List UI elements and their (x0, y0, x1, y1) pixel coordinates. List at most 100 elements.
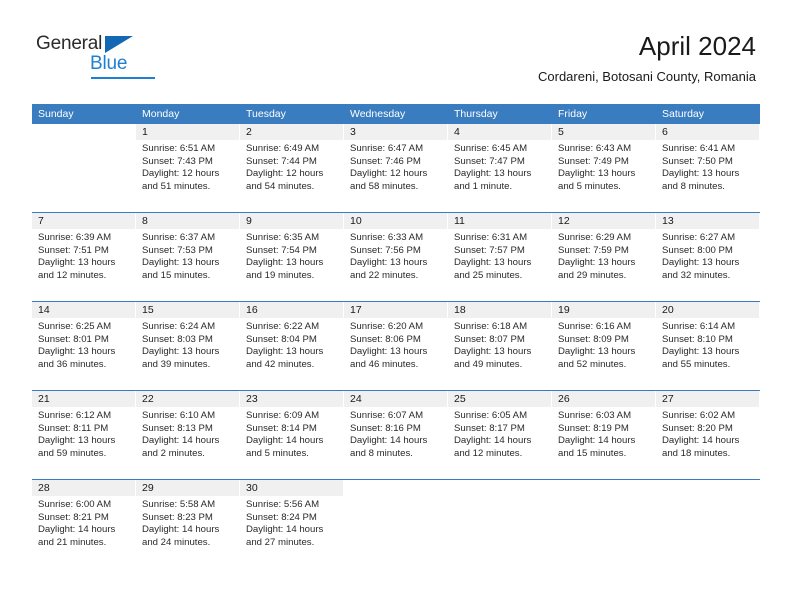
calendar-day-cell-empty (552, 480, 656, 568)
calendar-day-cell[interactable]: 20 Sunrise: 6:14 AM Sunset: 8:10 PM Dayligh… (656, 302, 760, 390)
day-number: 23 (240, 391, 343, 407)
day-sunrise-text: Sunrise: 6:43 AM (558, 143, 632, 154)
calendar-day-cell[interactable]: 30 Sunrise: 5:56 AM Sunset: 8:24 PM Dayligh… (240, 480, 344, 568)
page-header: General Blue April 2024 Cordareni, Botos… (0, 0, 792, 100)
day-daylight-line1-text: Daylight: 13 hours (142, 346, 220, 358)
calendar-day-cell[interactable]: 6 Sunrise: 6:41 AM Sunset: 7:50 PM Daylight… (656, 124, 760, 212)
day-sunset-text: Sunset: 7:56 PM (350, 244, 421, 256)
day-sunset-text: Sunset: 8:14 PM (246, 422, 317, 434)
calendar-day-cell[interactable]: 27 Sunrise: 6:02 AM Sunset: 8:20 PM Dayligh… (656, 391, 760, 479)
day-sun-info (552, 496, 655, 499)
day-sunset-text: Sunset: 8:13 PM (142, 422, 213, 434)
calendar-day-cell[interactable]: 9 Sunrise: 6:35 AM Sunset: 7:54 PM Daylight… (240, 213, 344, 301)
day-sunset-text: Sunset: 7:51 PM (38, 244, 109, 256)
day-sunset-text: Sunset: 7:46 PM (350, 155, 421, 167)
day-number: 9 (240, 213, 343, 229)
day-sun-info: Sunrise: 6:03 AM Sunset: 8:19 PM Daylight:… (552, 407, 655, 460)
page-subtitle: Cordareni, Botosani County, Romania (538, 69, 756, 84)
day-sunset-text: Sunset: 8:21 PM (38, 511, 109, 523)
day-sunrise-text: Sunrise: 6:00 AM (38, 499, 112, 510)
day-sunrise-text: Sunrise: 6:24 AM (142, 321, 216, 332)
day-sun-info: Sunrise: 6:31 AM Sunset: 7:57 PM Daylight:… (448, 229, 551, 282)
day-sunrise-text: Sunrise: 6:02 AM (662, 410, 736, 421)
calendar-day-cell-empty (32, 124, 136, 212)
calendar-day-cell[interactable]: 24 Sunrise: 6:07 AM Sunset: 8:16 PM Dayligh… (344, 391, 448, 479)
day-daylight-line1-text: Daylight: 14 hours (246, 524, 324, 536)
day-sunrise-text: Sunrise: 6:05 AM (454, 410, 528, 421)
calendar-day-cell[interactable]: 7 Sunrise: 6:39 AM Sunset: 7:51 PM Daylight… (32, 213, 136, 301)
day-sunrise-text: Sunrise: 6:20 AM (350, 321, 424, 332)
calendar-day-cell[interactable]: 4 Sunrise: 6:45 AM Sunset: 7:47 PM Daylight… (448, 124, 552, 212)
weekday-header-cell: Thursday (454, 108, 498, 120)
calendar-day-cell[interactable]: 14 Sunrise: 6:25 AM Sunset: 8:01 PM Dayligh… (32, 302, 136, 390)
calendar-page: General Blue April 2024 Cordareni, Botos… (0, 0, 792, 612)
weekday-header-row: Sunday Monday Tuesday Wednesday Thursday Frid… (32, 104, 760, 124)
day-sunrise-text: Sunrise: 6:07 AM (350, 410, 424, 421)
day-sun-info: Sunrise: 6:47 AM Sunset: 7:46 PM Daylight:… (344, 140, 447, 193)
day-number: 3 (344, 124, 447, 140)
day-sunset-text: Sunset: 8:00 PM (662, 244, 733, 256)
day-number: 28 (32, 480, 135, 496)
calendar-day-cell[interactable]: 1 Sunrise: 6:51 AM Sunset: 7:43 PM Daylight… (136, 124, 240, 212)
day-sun-info: Sunrise: 5:56 AM Sunset: 8:24 PM Daylight:… (240, 496, 343, 549)
day-sun-info: Sunrise: 6:27 AM Sunset: 8:00 PM Daylight:… (656, 229, 759, 282)
day-daylight-line2-text: and 46 minutes. (350, 358, 419, 370)
calendar-day-cell[interactable]: 23 Sunrise: 6:09 AM Sunset: 8:14 PM Dayligh… (240, 391, 344, 479)
general-blue-logo[interactable]: General Blue (36, 33, 156, 85)
calendar-day-cell[interactable]: 18 Sunrise: 6:18 AM Sunset: 8:07 PM Dayligh… (448, 302, 552, 390)
day-daylight-line1-text: Daylight: 13 hours (454, 168, 532, 180)
day-number (656, 480, 759, 496)
calendar-day-cell[interactable]: 25 Sunrise: 6:05 AM Sunset: 8:17 PM Dayligh… (448, 391, 552, 479)
weekday-header-cell: Saturday (662, 108, 705, 120)
day-sun-info: Sunrise: 6:39 AM Sunset: 7:51 PM Daylight:… (32, 229, 135, 282)
calendar-day-cell[interactable]: 3 Sunrise: 6:47 AM Sunset: 7:46 PM Daylight… (344, 124, 448, 212)
day-sun-info: Sunrise: 6:37 AM Sunset: 7:53 PM Daylight:… (136, 229, 239, 282)
day-number: 13 (656, 213, 759, 229)
calendar-grid: Sunday Monday Tuesday Wednesday Thursday Frid… (32, 104, 760, 568)
calendar-day-cell[interactable]: 11 Sunrise: 6:31 AM Sunset: 7:57 PM Dayligh… (448, 213, 552, 301)
calendar-day-cell[interactable]: 21 Sunrise: 6:12 AM Sunset: 8:11 PM Dayligh… (32, 391, 136, 479)
day-sun-info: Sunrise: 6:43 AM Sunset: 7:49 PM Daylight:… (552, 140, 655, 193)
calendar-day-cell[interactable]: 8 Sunrise: 6:37 AM Sunset: 7:53 PM Daylight… (136, 213, 240, 301)
day-sunrise-text: Sunrise: 6:22 AM (246, 321, 320, 332)
logo-underline (91, 77, 155, 79)
calendar-day-cell[interactable]: 29 Sunrise: 5:58 AM Sunset: 8:23 PM Dayligh… (136, 480, 240, 568)
day-sunset-text: Sunset: 8:07 PM (454, 333, 525, 345)
day-sunset-text: Sunset: 7:54 PM (246, 244, 317, 256)
calendar-day-cell[interactable]: 17 Sunrise: 6:20 AM Sunset: 8:06 PM Dayligh… (344, 302, 448, 390)
day-number: 16 (240, 302, 343, 318)
day-daylight-line1-text: Daylight: 13 hours (558, 168, 636, 180)
day-daylight-line2-text: and 18 minutes. (662, 447, 731, 459)
day-daylight-line1-text: Daylight: 13 hours (662, 346, 740, 358)
day-number: 1 (136, 124, 239, 140)
day-sun-info: Sunrise: 6:14 AM Sunset: 8:10 PM Daylight:… (656, 318, 759, 371)
calendar-day-cell[interactable]: 16 Sunrise: 6:22 AM Sunset: 8:04 PM Dayligh… (240, 302, 344, 390)
day-daylight-line2-text: and 27 minutes. (246, 536, 315, 548)
calendar-day-cell[interactable]: 22 Sunrise: 6:10 AM Sunset: 8:13 PM Dayligh… (136, 391, 240, 479)
day-sun-info: Sunrise: 6:05 AM Sunset: 8:17 PM Daylight:… (448, 407, 551, 460)
day-number (32, 124, 135, 140)
calendar-day-cell[interactable]: 10 Sunrise: 6:33 AM Sunset: 7:56 PM Dayligh… (344, 213, 448, 301)
day-number: 12 (552, 213, 655, 229)
calendar-day-cell-empty (448, 480, 552, 568)
calendar-day-cell[interactable]: 15 Sunrise: 6:24 AM Sunset: 8:03 PM Dayligh… (136, 302, 240, 390)
calendar-day-cell[interactable]: 26 Sunrise: 6:03 AM Sunset: 8:19 PM Dayligh… (552, 391, 656, 479)
day-daylight-line1-text: Daylight: 13 hours (558, 257, 636, 269)
day-sunrise-text: Sunrise: 6:10 AM (142, 410, 216, 421)
day-sunrise-text: Sunrise: 6:14 AM (662, 321, 736, 332)
day-daylight-line2-text: and 39 minutes. (142, 358, 211, 370)
logo-text-blue: Blue (90, 53, 128, 74)
calendar-day-cell[interactable]: 5 Sunrise: 6:43 AM Sunset: 7:49 PM Daylight… (552, 124, 656, 212)
calendar-day-cell[interactable]: 2 Sunrise: 6:49 AM Sunset: 7:44 PM Daylight… (240, 124, 344, 212)
day-sunrise-text: Sunrise: 6:25 AM (38, 321, 112, 332)
day-sunset-text: Sunset: 7:47 PM (454, 155, 525, 167)
calendar-day-cell[interactable]: 19 Sunrise: 6:16 AM Sunset: 8:09 PM Dayligh… (552, 302, 656, 390)
calendar-day-cell[interactable]: 12 Sunrise: 6:29 AM Sunset: 7:59 PM Dayligh… (552, 213, 656, 301)
day-sunrise-text: Sunrise: 6:09 AM (246, 410, 320, 421)
day-daylight-line2-text: and 21 minutes. (38, 536, 107, 548)
calendar-day-cell[interactable]: 13 Sunrise: 6:27 AM Sunset: 8:00 PM Dayligh… (656, 213, 760, 301)
day-daylight-line2-text: and 55 minutes. (662, 358, 731, 370)
day-number: 19 (552, 302, 655, 318)
calendar-week-row: 21 Sunrise: 6:12 AM Sunset: 8:11 PM Dayligh… (32, 390, 760, 479)
calendar-day-cell[interactable]: 28 Sunrise: 6:00 AM Sunset: 8:21 PM Dayligh… (32, 480, 136, 568)
